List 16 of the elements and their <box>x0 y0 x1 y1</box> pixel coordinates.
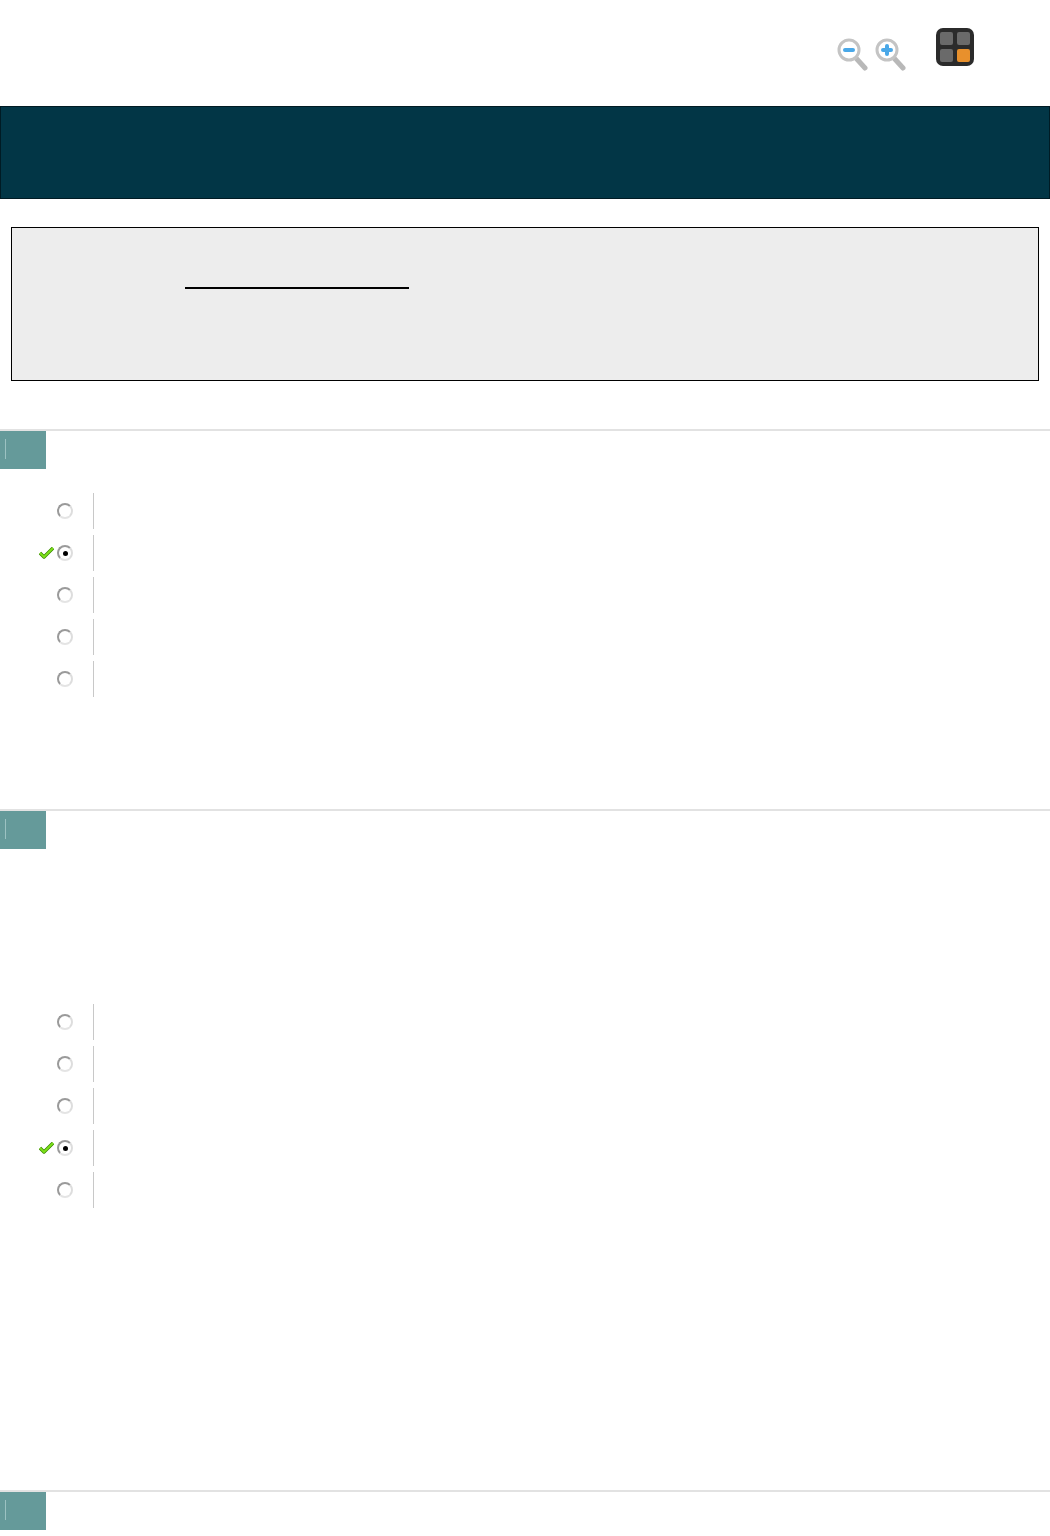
radio-button[interactable] <box>57 1014 73 1030</box>
radio-button[interactable] <box>57 671 73 687</box>
radio-button[interactable] <box>57 1098 73 1114</box>
radio-button[interactable] <box>57 503 73 519</box>
radio-button[interactable] <box>57 1182 73 1198</box>
question-number-box <box>0 1492 46 1530</box>
radio-button[interactable] <box>57 629 73 645</box>
zoom-in-icon[interactable] <box>874 37 906 71</box>
question-number-box <box>0 811 46 849</box>
radio-button[interactable] <box>57 1056 73 1072</box>
radio-button[interactable] <box>57 1140 73 1156</box>
calculator-icon[interactable] <box>936 28 974 66</box>
zoom-out-icon[interactable] <box>836 37 868 71</box>
radio-button[interactable] <box>57 587 73 603</box>
question-number-box <box>0 431 46 469</box>
radio-button[interactable] <box>57 545 73 561</box>
